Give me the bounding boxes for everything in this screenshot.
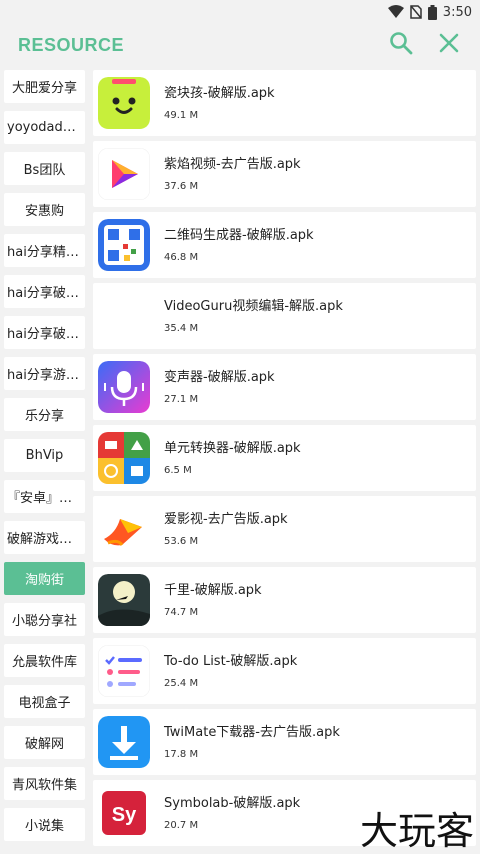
sidebar-item-label: BhVip xyxy=(25,448,64,463)
app-name: 瓷块孩-破解版.apk xyxy=(164,86,275,101)
download-arrow-icon xyxy=(98,716,150,768)
app-size: 6.5 M xyxy=(164,465,192,476)
app-size: 27.1 M xyxy=(164,394,199,405)
sidebar-item[interactable]: hai分享精选... xyxy=(4,234,85,267)
wifi-icon xyxy=(387,5,404,18)
watermark-logo: 大玩客 xyxy=(360,809,474,850)
sidebar-item-selected[interactable]: 淘购街 xyxy=(4,562,85,595)
category-sidebar: 大肥爱分享 yoyodadada Bs团队 安惠购 hai分享精选... hai… xyxy=(0,66,90,854)
app-list-item[interactable]: 爱影视-去广告版.apk 53.6 M xyxy=(93,496,476,562)
sidebar-item[interactable]: yoyodadada xyxy=(4,111,85,144)
sidebar-item[interactable]: 乐分享 xyxy=(4,398,85,431)
sidebar-item-label: Bs团队 xyxy=(23,163,66,178)
moon-night-icon xyxy=(98,574,150,626)
sidebar-item-label: 小说集 xyxy=(24,819,64,834)
sidebar-item-label: hai分享游戏... xyxy=(7,368,82,383)
app-list-item[interactable]: 瓷块孩-破解版.apk 49.1 M xyxy=(93,70,476,136)
app-name: 紫焰视频-去广告版.apk xyxy=(164,157,301,172)
sidebar-item[interactable]: Bs团队 xyxy=(4,152,85,185)
close-icon xyxy=(439,33,459,53)
sidebar-item-label: 乐分享 xyxy=(24,409,64,424)
app-bar: RESOURCE xyxy=(0,24,480,66)
flame-play-icon xyxy=(98,503,150,555)
sidebar-item[interactable]: 电视盒子 xyxy=(4,685,85,718)
play-triangle-icon xyxy=(98,148,150,200)
search-button[interactable] xyxy=(388,30,414,56)
app-size: 25.4 M xyxy=(164,678,199,689)
app-size: 35.4 M xyxy=(164,323,199,334)
app-name: 爱影视-去广告版.apk xyxy=(164,512,288,527)
sidebar-item[interactable]: 『安卓』破... xyxy=(4,480,85,513)
app-name: TwiMate下载器-去广告版.apk xyxy=(164,725,340,740)
search-icon xyxy=(390,32,413,55)
sidebar-item-label: 电视盒子 xyxy=(18,696,71,711)
blank-icon xyxy=(98,290,150,342)
app-name: 单元转换器-破解版.apk xyxy=(164,441,301,456)
sidebar-item[interactable]: hai分享破解... xyxy=(4,316,85,349)
sidebar-item-label: hai分享破解... xyxy=(7,286,82,301)
app-size: 49.1 M xyxy=(164,110,199,121)
sidebar-item-label: 大肥爱分享 xyxy=(11,81,77,96)
unit-converter-icon xyxy=(98,432,150,484)
app-size: 20.7 M xyxy=(164,820,199,831)
sidebar-item-label: hai分享精选... xyxy=(7,245,82,260)
sidebar-item[interactable]: 小说集 xyxy=(4,808,85,841)
sidebar-item[interactable]: 大肥爱分享 xyxy=(4,70,85,103)
sidebar-item-label: yoyodadada xyxy=(7,120,82,135)
app-size: 53.6 M xyxy=(164,536,199,547)
app-list: 瓷块孩-破解版.apk 49.1 M 紫焰视频-去广告版.apk 37.6 M xyxy=(93,66,476,854)
microphone-icon xyxy=(98,361,150,413)
app-size: 17.8 M xyxy=(164,749,199,760)
sidebar-item[interactable]: 破解网 xyxy=(4,726,85,759)
app-list-item[interactable]: 单元转换器-破解版.apk 6.5 M xyxy=(93,425,476,491)
checklist-icon xyxy=(98,645,150,697)
app-name: VideoGuru视频编辑-解版.apk xyxy=(164,299,343,314)
sidebar-item-label: 『安卓』破... xyxy=(7,491,82,506)
status-time: 3:50 xyxy=(442,4,472,20)
status-bar: 3:50 xyxy=(0,0,480,24)
sidebar-item[interactable]: BhVip xyxy=(4,439,85,472)
svg-text:Sy: Sy xyxy=(112,804,137,826)
sidebar-item-label: hai分享破解... xyxy=(7,327,82,342)
app-list-item[interactable]: 二维码生成器-破解版.apk 46.8 M xyxy=(93,212,476,278)
battery-icon xyxy=(427,4,437,20)
page-title: RESOURCE xyxy=(18,34,125,55)
app-name: 变声器-破解版.apk xyxy=(164,370,275,385)
sidebar-item-label: 破解网 xyxy=(24,737,64,752)
sidebar-item-label: 安惠购 xyxy=(24,204,64,219)
app-list-item[interactable]: VideoGuru视频编辑-解版.apk 35.4 M xyxy=(93,283,476,349)
sidebar-item[interactable]: 小聪分享社 xyxy=(4,603,85,636)
app-name: 二维码生成器-破解版.apk xyxy=(164,228,314,243)
close-button[interactable] xyxy=(436,30,462,56)
symbolab-logo-icon: Sy xyxy=(98,787,150,839)
app-size: 46.8 M xyxy=(164,252,199,263)
sidebar-item[interactable]: 青风软件集 xyxy=(4,767,85,800)
sidebar-item[interactable]: hai分享游戏... xyxy=(4,357,85,390)
sidebar-item[interactable]: 安惠购 xyxy=(4,193,85,226)
no-sim-icon xyxy=(410,5,422,19)
sidebar-item[interactable]: 允晨软件库 xyxy=(4,644,85,677)
app-list-item[interactable]: 紫焰视频-去广告版.apk 37.6 M xyxy=(93,141,476,207)
app-name: To-do List-破解版.apk xyxy=(164,654,298,669)
sidebar-item-label: 允晨软件库 xyxy=(11,655,77,670)
sidebar-item-label: 青风软件集 xyxy=(11,778,77,793)
sidebar-item-label: 小聪分享社 xyxy=(11,614,77,629)
app-name: 千里-破解版.apk xyxy=(164,583,262,598)
sidebar-item[interactable]: 破解游戏合集 xyxy=(4,521,85,554)
app-list-item[interactable]: TwiMate下载器-去广告版.apk 17.8 M xyxy=(93,709,476,775)
app-name: Symbolab-破解版.apk xyxy=(164,796,301,811)
app-list-item[interactable]: 变声器-破解版.apk 27.1 M xyxy=(93,354,476,420)
app-size: 74.7 M xyxy=(164,607,199,618)
app-list-item[interactable]: To-do List-破解版.apk 25.4 M xyxy=(93,638,476,704)
sidebar-item[interactable]: hai分享破解... xyxy=(4,275,85,308)
qr-code-icon xyxy=(98,219,150,271)
smiley-face-icon xyxy=(98,77,150,129)
app-size: 37.6 M xyxy=(164,181,199,192)
sidebar-item-label: 破解游戏合集 xyxy=(7,532,82,547)
sidebar-item-label: 淘购街 xyxy=(24,573,64,588)
watermark-text: 大玩客 xyxy=(360,809,474,850)
app-list-item[interactable]: 千里-破解版.apk 74.7 M xyxy=(93,567,476,633)
